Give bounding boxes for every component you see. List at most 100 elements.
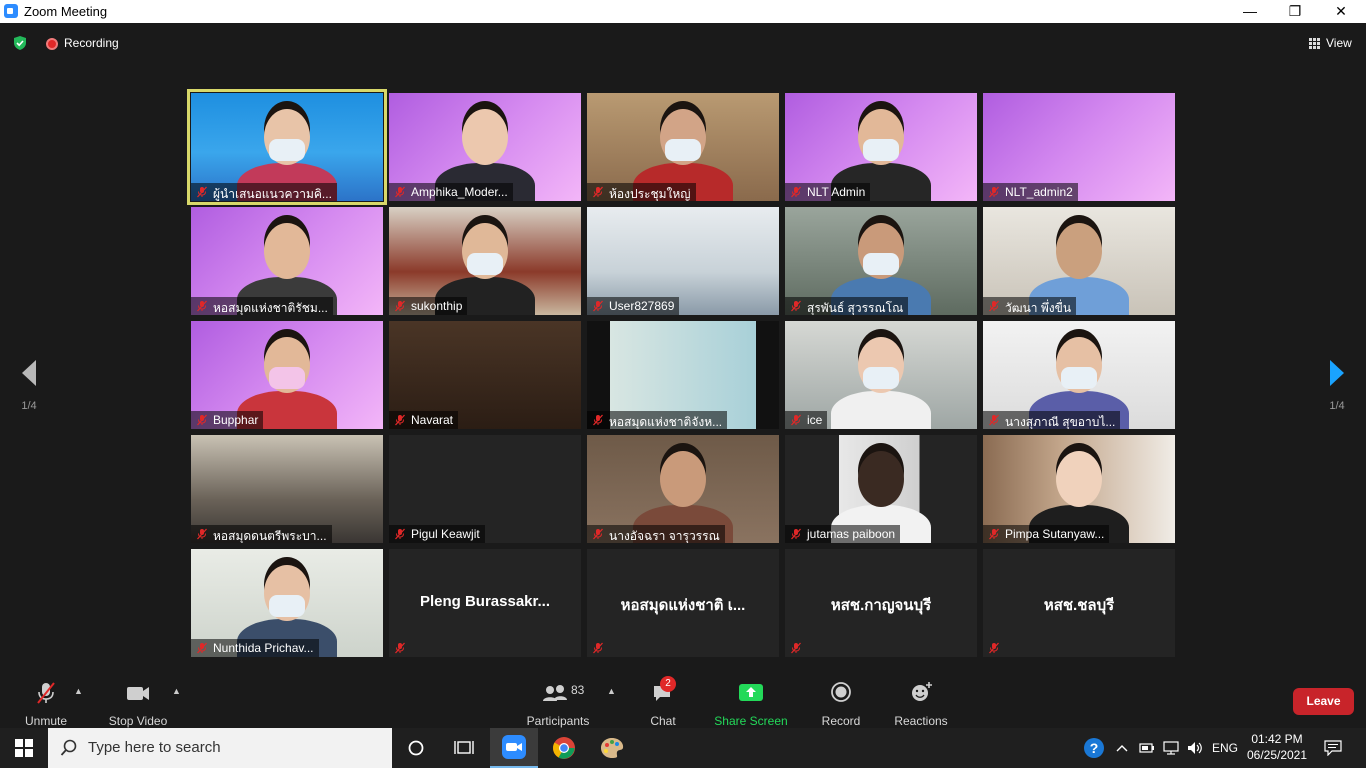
taskbar-chrome-app[interactable] xyxy=(540,728,588,768)
chevron-up-icon xyxy=(1116,745,1128,752)
task-view-button[interactable] xyxy=(440,728,488,768)
participant-name-label: jutamas paiboon xyxy=(785,525,901,543)
participant-tile[interactable]: นางอัจฉรา จารุวรรณ xyxy=(587,435,779,543)
participant-tile[interactable]: jutamas paiboon xyxy=(785,435,977,543)
mic-muted-icon xyxy=(988,528,1000,540)
face-mask xyxy=(863,139,899,161)
participant-tile[interactable]: sukonthip xyxy=(389,207,581,315)
participant-tile[interactable]: Pigul Keawjit xyxy=(389,435,581,543)
prev-page-button[interactable]: 1/4 xyxy=(14,358,44,418)
minimize-button[interactable]: — xyxy=(1227,0,1273,23)
taskbar-zoom-app[interactable] xyxy=(490,728,538,768)
mic-muted-icon xyxy=(790,414,802,426)
participant-tile[interactable]: ห้องประชุมใหญ่ xyxy=(587,93,779,201)
help-tray-button[interactable]: ? xyxy=(1082,728,1106,768)
mic-muted-icon xyxy=(394,528,406,540)
mic-muted-icon xyxy=(790,642,802,654)
face-mask xyxy=(863,253,899,275)
participant-tile[interactable]: หอสมุดดนตรีพระบา... xyxy=(191,435,383,543)
participant-tile[interactable]: Nunthida Prichav... xyxy=(191,549,383,657)
participant-tile[interactable]: หอสมุดแห่งชาติ เ... xyxy=(587,549,779,657)
windows-start-button[interactable] xyxy=(0,728,48,768)
stop-video-button[interactable]: Stop Video xyxy=(107,680,169,728)
encryption-shield-icon[interactable] xyxy=(12,35,28,51)
show-hidden-icons-button[interactable] xyxy=(1114,728,1130,768)
chat-button[interactable]: 2 Chat xyxy=(644,676,682,728)
mic-muted-icon xyxy=(394,300,406,312)
participant-name-label xyxy=(785,639,812,657)
mic-muted-icon xyxy=(196,528,208,540)
record-button[interactable]: Record xyxy=(819,680,863,728)
stop-video-label: Stop Video xyxy=(108,714,168,728)
participant-tile[interactable]: สุรพันธ์ สุวรรณโณ xyxy=(785,207,977,315)
input-language-indicator[interactable]: ENG xyxy=(1212,728,1238,768)
participant-name-label: NLT Admin xyxy=(785,183,871,201)
notifications-button[interactable] xyxy=(1322,728,1344,768)
participant-name-label: sukonthip xyxy=(389,297,468,315)
participant-name-label: ผู้นำเสนอแนวความคิ... xyxy=(191,183,337,201)
reactions-button[interactable]: Reactions xyxy=(893,680,949,728)
audio-options-caret[interactable]: ▲ xyxy=(74,686,84,696)
close-button[interactable]: ✕ xyxy=(1318,0,1364,23)
face-mask xyxy=(269,367,305,389)
participant-tile[interactable]: นางสุภาณี สุขอาบไ... xyxy=(983,321,1175,429)
participant-name-label: User827869 xyxy=(587,297,680,315)
network-icon xyxy=(1163,741,1179,755)
chrome-icon xyxy=(553,737,575,759)
participant-tile[interactable]: NLT_admin2 xyxy=(983,93,1175,201)
network-tray-icon[interactable] xyxy=(1161,728,1181,768)
record-label: Record xyxy=(821,714,861,728)
participant-tile[interactable]: Amphika_Moder... xyxy=(389,93,581,201)
participant-name-label: นางอัจฉรา จารุวรรณ xyxy=(587,525,725,543)
participant-name-label: Bupphar xyxy=(191,411,264,429)
participant-tile[interactable]: Pleng Burassakr... xyxy=(389,549,581,657)
participant-tile[interactable]: ice xyxy=(785,321,977,429)
next-page-button[interactable]: 1/4 xyxy=(1322,358,1352,418)
taskbar-clock[interactable]: 01:42 PM 06/25/2021 xyxy=(1246,731,1308,763)
mic-muted-icon xyxy=(592,186,604,198)
participant-figure xyxy=(831,391,931,429)
participant-tile[interactable]: วัฒนา พึ่งขื่น xyxy=(983,207,1175,315)
participant-tile[interactable]: หอสมุดแห่งชาติจังห... xyxy=(587,321,779,429)
leave-button[interactable]: Leave xyxy=(1293,688,1354,715)
mic-muted-icon xyxy=(196,300,208,312)
participant-face xyxy=(660,451,706,507)
participant-tile[interactable]: User827869 xyxy=(587,207,779,315)
clock-date: 06/25/2021 xyxy=(1246,748,1308,762)
video-options-caret[interactable]: ▲ xyxy=(172,686,182,696)
participant-tile[interactable]: หอสมุดแห่งชาติรัชม... xyxy=(191,207,383,315)
participant-tile[interactable]: NLT Admin xyxy=(785,93,977,201)
page-indicator-right: 1/4 xyxy=(1329,400,1345,412)
participant-tile[interactable]: หสช.กาญจนบุรี xyxy=(785,549,977,657)
maximize-button[interactable]: ❐ xyxy=(1272,0,1318,23)
volume-tray-icon[interactable] xyxy=(1185,728,1205,768)
mic-muted-icon xyxy=(196,414,208,426)
participant-tile[interactable]: ผู้นำเสนอแนวความคิ... xyxy=(187,89,387,205)
participant-tile[interactable]: Pimpa Sutanyaw... xyxy=(983,435,1175,543)
cortana-button[interactable] xyxy=(392,728,440,768)
taskbar-search-input[interactable]: Type here to search xyxy=(48,728,392,768)
mic-muted-icon xyxy=(394,642,406,654)
participant-name-label: หอสมุดแห่งชาติจังห... xyxy=(587,411,728,429)
participant-tile[interactable]: หสช.ชลบุรี xyxy=(983,549,1175,657)
recording-label[interactable]: Recording xyxy=(64,36,119,50)
windows-logo-icon xyxy=(15,739,33,757)
participants-button[interactable]: 83 Participants xyxy=(524,680,592,728)
cortana-circle-icon xyxy=(408,740,424,756)
mic-muted-icon xyxy=(790,186,802,198)
participants-options-caret[interactable]: ▲ xyxy=(607,686,617,696)
participant-name-label: Pimpa Sutanyaw... xyxy=(983,525,1110,543)
title-bar: Zoom Meeting — ❐ ✕ xyxy=(0,0,1366,23)
participant-name-label: Amphika_Moder... xyxy=(389,183,513,201)
record-icon xyxy=(831,682,851,702)
zoom-logo-icon xyxy=(4,4,18,18)
unmute-label: Unmute xyxy=(24,714,68,728)
participant-tile[interactable]: Bupphar xyxy=(191,321,383,429)
participant-tile[interactable]: Navarat xyxy=(389,321,581,429)
unmute-button[interactable]: Unmute xyxy=(22,680,70,728)
share-screen-button[interactable]: Share Screen xyxy=(714,680,788,728)
battery-tray-icon[interactable] xyxy=(1138,728,1156,768)
share-screen-label: Share Screen xyxy=(714,714,788,728)
clock-time: 01:42 PM xyxy=(1251,732,1303,746)
taskbar-paint-app[interactable] xyxy=(588,728,636,768)
